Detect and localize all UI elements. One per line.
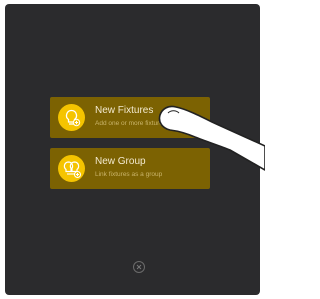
bulb-group-add-icon [58, 155, 85, 182]
add-menu-screen: New Fixtures Add one or more fixtures Ne… [5, 4, 260, 295]
new-fixtures-title: New Fixtures [95, 105, 154, 116]
new-group-button[interactable]: New Group Link fixtures as a group [50, 148, 210, 189]
bulb-add-icon [58, 104, 85, 131]
close-button[interactable] [133, 261, 145, 273]
new-fixtures-button[interactable]: New Fixtures Add one or more fixtures [50, 97, 210, 138]
new-fixtures-description: Add one or more fixtures [95, 120, 167, 127]
new-group-description: Link fixtures as a group [95, 171, 163, 178]
close-icon [136, 264, 142, 270]
new-group-title: New Group [95, 156, 146, 167]
